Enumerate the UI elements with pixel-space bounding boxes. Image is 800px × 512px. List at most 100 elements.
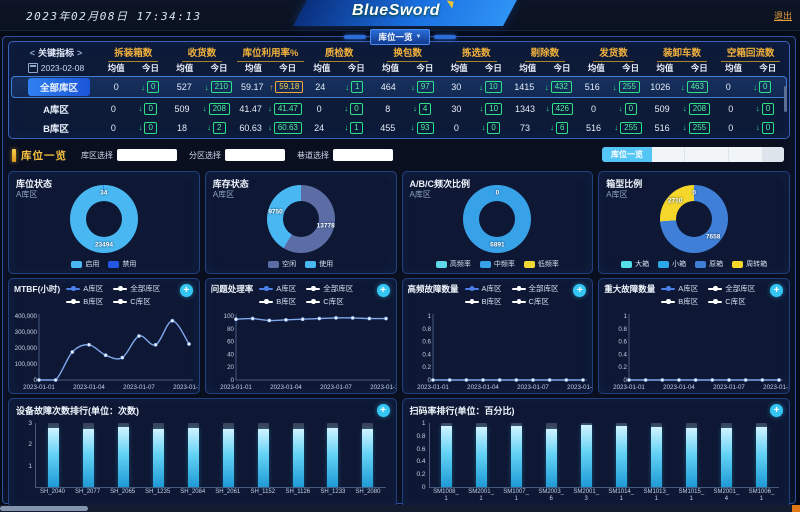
legend-item[interactable]: C库区	[306, 296, 343, 307]
h-scrollbar[interactable]	[0, 505, 800, 512]
bar	[153, 429, 164, 487]
donut-panel: 库存状态A库区137789750空闲使用	[205, 171, 397, 274]
kpi-subcols: 均值今日	[511, 62, 580, 74]
kpi-scrollbar-thumb[interactable]	[784, 86, 787, 112]
filter-input-0[interactable]	[117, 149, 177, 161]
donut-value-label: 34	[100, 190, 107, 197]
legend-label: 使用	[319, 259, 333, 269]
kpi-subcols: 均值今日	[716, 62, 785, 74]
view-switch-track[interactable]	[652, 147, 784, 162]
kpi-trend: ↓0	[128, 103, 168, 115]
legend-item[interactable]: 周转箱	[732, 259, 767, 269]
donut-value-label: 0	[496, 190, 500, 197]
legend-item[interactable]: C库区	[708, 296, 745, 307]
kpi-avg-value: 60.63	[236, 123, 265, 133]
h-scrollbar-thumb[interactable]	[0, 506, 88, 511]
filter-input-1[interactable]	[225, 149, 285, 161]
kpi-date[interactable]: 2023-02-08	[13, 63, 99, 73]
legend-item[interactable]: 原箱	[695, 259, 723, 269]
legend-item[interactable]: A库区	[66, 283, 103, 294]
legend-item[interactable]: 全部库区	[113, 283, 160, 294]
legend-marker-icon	[66, 286, 80, 291]
line-chart-head: 问题处理率A库区全部库区B库区C库区	[211, 283, 374, 307]
bar-category-label: SM2003_6	[534, 489, 568, 503]
legend-item[interactable]: B库区	[259, 296, 296, 307]
legend-item[interactable]: 空闲	[268, 259, 296, 269]
legend-item[interactable]: B库区	[66, 296, 103, 307]
expand-button[interactable]: +	[573, 284, 586, 297]
kpi-row-label[interactable]: 全部库区	[28, 78, 90, 96]
line-chart-head: 重大故障数量A库区全部库区B库区C库区	[604, 283, 767, 307]
legend-marker-icon	[306, 286, 320, 291]
donut-chart: 137789750	[267, 185, 335, 253]
kpi-row: A库区0↓0509↓20841.47↓41.470↓08↓430↓101343↓…	[9, 99, 789, 118]
filter-input-2[interactable]	[333, 149, 393, 161]
line-chart-panel: MTBF(小时)A库区全部库区B库区C库区+0100,000200,000300…	[8, 278, 200, 394]
kpi-today-badge: 10	[485, 103, 502, 115]
svg-text:100: 100	[223, 313, 234, 320]
kpi-cell: 1415↓432	[510, 81, 578, 93]
legend-item[interactable]: 禁用	[108, 259, 136, 269]
trend-down-icon: ↓	[546, 104, 550, 113]
legend-label: 全部库区	[323, 283, 353, 294]
kpi-column-label: 库位利用率%	[237, 44, 305, 62]
bar-chart-panel: 设备故障次数排行(单位：次数)+123SH_2040SH_2077SH_2065…	[8, 398, 397, 508]
kpi-prev-chevron[interactable]: <	[30, 48, 35, 58]
legend-item[interactable]: 中频率	[480, 259, 515, 269]
legend-item[interactable]: 全部库区	[306, 283, 353, 294]
nav-tab-location-overview[interactable]: 库位一览 ▼	[370, 29, 431, 45]
legend-item[interactable]: 使用	[305, 259, 333, 269]
legend-item[interactable]: C库区	[512, 296, 549, 307]
bar-category-label: SH_1235	[141, 489, 175, 496]
expand-button[interactable]: +	[770, 404, 783, 417]
kpi-subcol-label: 均值	[716, 62, 750, 74]
expand-button[interactable]: +	[770, 284, 783, 297]
donut-value-label: 7658	[706, 233, 720, 240]
kpi-row-label[interactable]: A库区	[43, 105, 69, 116]
legend-item[interactable]: 高频率	[436, 259, 471, 269]
legend-item[interactable]: A库区	[259, 283, 296, 294]
kpi-avg-value: 0	[716, 104, 745, 114]
kpi-next-chevron[interactable]: >	[77, 48, 82, 58]
bar-group	[651, 423, 663, 487]
legend-item[interactable]: 低频率	[524, 259, 559, 269]
bar	[441, 426, 452, 487]
bar-category-label: SH_2084	[176, 489, 210, 496]
legend-item[interactable]: 大箱	[621, 259, 649, 269]
legend-item[interactable]: C库区	[113, 296, 150, 307]
legend-item[interactable]: 小箱	[658, 259, 686, 269]
legend-item[interactable]: A库区	[661, 283, 698, 294]
legend-item[interactable]: 全部库区	[512, 283, 559, 294]
bar	[721, 428, 732, 487]
logout-link[interactable]: 退出	[774, 9, 792, 22]
kpi-trend: ↓0	[128, 122, 168, 134]
svg-text:2023-01-01: 2023-01-01	[417, 384, 449, 391]
trend-down-icon: ↓	[613, 83, 617, 92]
view-switch-active[interactable]: 库位一览	[602, 147, 652, 162]
expand-button[interactable]: +	[180, 284, 193, 297]
kpi-subcol-label: 今日	[476, 62, 510, 74]
view-switch[interactable]: 库位一览	[602, 147, 784, 162]
donut-hole	[86, 201, 122, 237]
bar	[756, 427, 767, 487]
kpi-today-badge: 60.63	[274, 122, 302, 134]
legend-item[interactable]: B库区	[465, 296, 502, 307]
legend-item[interactable]: A库区	[465, 283, 502, 294]
expand-button[interactable]: +	[377, 284, 390, 297]
kpi-avg-value: 0	[716, 123, 745, 133]
bar	[546, 429, 557, 487]
expand-button[interactable]: +	[377, 404, 390, 417]
kpi-today-badge: 208	[209, 103, 230, 115]
kpi-row-label[interactable]: B库区	[43, 124, 69, 135]
kpi-cell: 0↓0	[99, 122, 168, 134]
chart-legend: 空闲 使用	[206, 259, 396, 269]
legend-item[interactable]: 启用	[71, 259, 99, 269]
legend-item[interactable]: B库区	[661, 296, 698, 307]
legend-swatch-icon	[436, 261, 447, 268]
filter-group: 分区选择	[189, 149, 285, 161]
legend-item[interactable]: 全部库区	[708, 283, 755, 294]
donut-value-label: 13778	[317, 222, 335, 229]
bar	[223, 429, 234, 487]
trend-down-icon: ↓	[207, 123, 211, 132]
chart-title: MTBF(小时)	[14, 283, 60, 307]
